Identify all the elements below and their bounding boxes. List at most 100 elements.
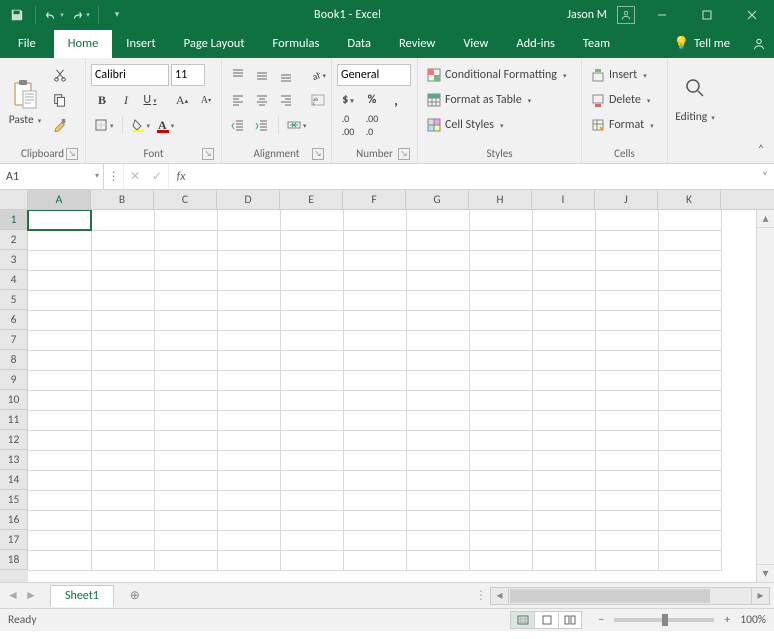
row-header[interactable]: 4 [0, 270, 28, 290]
cell[interactable] [532, 490, 595, 510]
column-header[interactable]: E [280, 190, 343, 209]
cell[interactable] [91, 410, 154, 430]
redo-icon[interactable]: ▾ [69, 4, 91, 26]
cells-area[interactable] [28, 210, 756, 582]
cell[interactable] [532, 350, 595, 370]
cell[interactable] [28, 450, 91, 470]
cell-styles-button[interactable]: Cell Styles▾ [423, 114, 576, 136]
close-button[interactable] [729, 0, 774, 29]
cell[interactable] [28, 390, 91, 410]
cell[interactable] [406, 550, 469, 570]
cell[interactable] [469, 310, 532, 330]
cell[interactable] [532, 290, 595, 310]
row-header[interactable]: 11 [0, 410, 28, 430]
cell[interactable] [28, 270, 91, 290]
cell[interactable] [217, 490, 280, 510]
cell[interactable] [217, 330, 280, 350]
cell[interactable] [154, 270, 217, 290]
align-middle-button[interactable] [251, 64, 273, 86]
cell[interactable] [469, 530, 532, 550]
cell[interactable] [280, 210, 343, 230]
row-header[interactable]: 2 [0, 230, 28, 250]
cell[interactable] [28, 210, 91, 230]
cell[interactable] [469, 470, 532, 490]
cell[interactable] [280, 350, 343, 370]
cell[interactable] [28, 410, 91, 430]
cell[interactable] [280, 470, 343, 490]
wrap-text-button[interactable]: abc [307, 89, 329, 111]
cell[interactable] [91, 470, 154, 490]
cell[interactable] [154, 510, 217, 530]
tab-review[interactable]: Review [385, 30, 449, 58]
font-dialog-launcher[interactable]: ↘ [202, 148, 214, 160]
cell[interactable] [595, 470, 658, 490]
cell[interactable] [343, 230, 406, 250]
cell[interactable] [28, 550, 91, 570]
cell[interactable] [595, 310, 658, 330]
cell[interactable] [658, 330, 721, 350]
delete-cells-button[interactable]: Delete▾ [587, 89, 662, 111]
cell[interactable] [28, 250, 91, 270]
cell[interactable] [343, 250, 406, 270]
cell[interactable] [532, 450, 595, 470]
cell[interactable] [154, 330, 217, 350]
cell[interactable] [154, 550, 217, 570]
namebox-dropdown-icon[interactable]: ▾ [95, 171, 99, 181]
percent-format-button[interactable]: % [361, 89, 383, 111]
cell[interactable] [595, 410, 658, 430]
cell[interactable] [469, 230, 532, 250]
cell[interactable] [406, 530, 469, 550]
copy-button[interactable] [49, 89, 71, 111]
column-header[interactable]: I [532, 190, 595, 209]
cell[interactable] [343, 210, 406, 230]
cell[interactable] [658, 530, 721, 550]
column-header[interactable]: J [595, 190, 658, 209]
cell[interactable] [595, 450, 658, 470]
cell[interactable] [154, 470, 217, 490]
cell[interactable] [91, 230, 154, 250]
tab-insert[interactable]: Insert [112, 30, 169, 58]
cell[interactable] [406, 330, 469, 350]
cell[interactable] [91, 550, 154, 570]
cell[interactable] [406, 430, 469, 450]
collapse-ribbon-button[interactable]: ˄ [752, 141, 770, 159]
cell[interactable] [595, 550, 658, 570]
cell[interactable] [343, 410, 406, 430]
scroll-right-icon[interactable]: ▸ [751, 588, 769, 604]
bold-button[interactable]: B [91, 89, 113, 111]
paste-button[interactable]: Paste▾ [5, 62, 45, 142]
horizontal-scrollbar[interactable]: ◂ ▸ [490, 587, 770, 605]
cell[interactable] [280, 550, 343, 570]
scroll-up-icon[interactable]: ▴ [757, 210, 774, 228]
cell[interactable] [469, 510, 532, 530]
cell[interactable] [658, 350, 721, 370]
cell[interactable] [532, 230, 595, 250]
cell[interactable] [469, 370, 532, 390]
cell[interactable] [532, 390, 595, 410]
cell[interactable] [469, 450, 532, 470]
cell[interactable] [91, 270, 154, 290]
cut-button[interactable] [49, 64, 71, 86]
cell[interactable] [154, 250, 217, 270]
cell[interactable] [658, 430, 721, 450]
sheet-splitter[interactable]: ⋮ [472, 588, 490, 603]
cell[interactable] [154, 410, 217, 430]
cell[interactable] [658, 250, 721, 270]
cell[interactable] [343, 390, 406, 410]
decrease-decimal-button[interactable]: .00.0 [361, 114, 383, 136]
cell[interactable] [91, 250, 154, 270]
cell[interactable] [154, 490, 217, 510]
expand-formula-bar-button[interactable]: ˅ [756, 164, 774, 189]
tab-data[interactable]: Data [333, 30, 385, 58]
cell[interactable] [28, 490, 91, 510]
cell[interactable] [595, 290, 658, 310]
vertical-scrollbar[interactable]: ▴ ▾ [756, 210, 774, 582]
cell[interactable] [280, 490, 343, 510]
sheet-tab[interactable]: Sheet1 [50, 585, 114, 607]
cell[interactable] [91, 510, 154, 530]
font-color-button[interactable]: A▾ [155, 114, 177, 136]
cell[interactable] [154, 450, 217, 470]
increase-decimal-button[interactable]: .0.00 [337, 114, 359, 136]
cell[interactable] [406, 210, 469, 230]
cell[interactable] [658, 270, 721, 290]
